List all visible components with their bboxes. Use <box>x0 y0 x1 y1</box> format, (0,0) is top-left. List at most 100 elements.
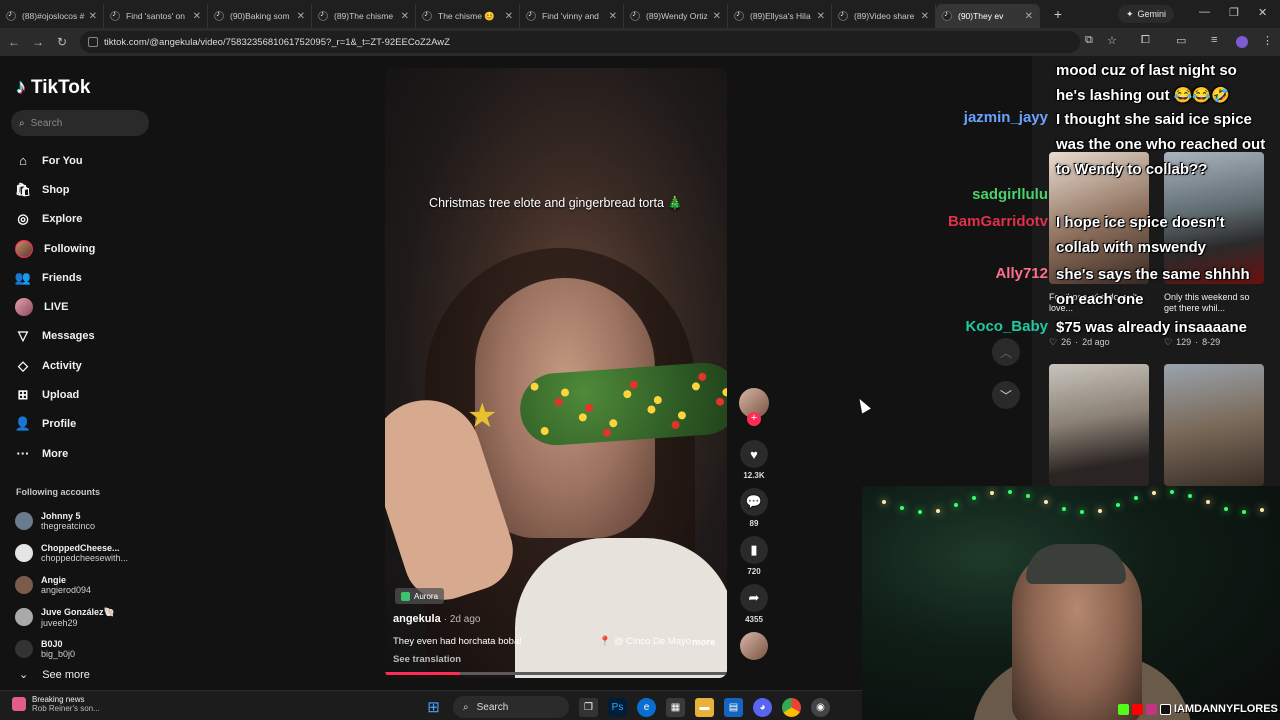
tab-close-icon[interactable]: ✕ <box>817 11 825 22</box>
discord-icon[interactable]: ◕ <box>753 697 772 717</box>
home-icon: ⌂ <box>19 153 27 169</box>
install-app-icon[interactable]: ⧉ <box>1085 34 1093 47</box>
recommended-thumb-3[interactable] <box>1049 364 1149 486</box>
elote-sprinkle <box>623 389 632 399</box>
close-window-icon[interactable]: ✕ <box>1258 6 1267 19</box>
browser-tab[interactable]: The chisme 😊 ✕ <box>416 4 520 28</box>
tab-title: The chisme 😊 <box>438 10 495 21</box>
see-more-button[interactable]: ⌄ See more <box>19 668 90 682</box>
maximize-icon[interactable]: ❐ <box>1229 6 1239 19</box>
tiktok-logo[interactable]: ♪ TikTok <box>16 76 90 99</box>
sound-disc-icon[interactable] <box>740 632 768 660</box>
nav-item-live[interactable]: LIVE <box>15 292 175 321</box>
follow-plus-icon[interactable]: + <box>747 412 761 426</box>
profile-avatar-icon[interactable] <box>1236 36 1248 48</box>
creator-avatar-action[interactable]: + <box>738 388 770 426</box>
previous-video-icon[interactable]: ︿ <box>992 338 1020 366</box>
light-bulb <box>936 509 940 513</box>
tab-close-icon[interactable]: ✕ <box>609 11 617 22</box>
video-progress-bar[interactable] <box>385 672 727 675</box>
browser-tab[interactable]: (90)They ev ✕ <box>936 4 1040 28</box>
minimize-icon[interactable]: — <box>1199 6 1210 18</box>
media-icon[interactable]: ≡ <box>1211 34 1217 46</box>
browser-tab[interactable]: (89)Video share ✕ <box>832 4 936 28</box>
back-icon[interactable]: ← <box>2 35 26 49</box>
browser-tab[interactable]: (89)Ellysa's Hila ✕ <box>728 4 832 28</box>
comment-icon[interactable]: 💬 <box>740 488 768 516</box>
site-info-icon[interactable] <box>88 37 98 47</box>
sidepanel-icon[interactable]: ▭ <box>1176 34 1186 47</box>
reload-icon[interactable]: ↻ <box>50 35 74 49</box>
next-video-icon[interactable]: ﹀ <box>992 381 1020 409</box>
browser-tab[interactable]: (90)Baking som ✕ <box>208 4 312 28</box>
browser-tab[interactable]: (89)The chisme ✕ <box>312 4 416 28</box>
tab-close-icon[interactable]: ✕ <box>1025 11 1033 22</box>
tab-close-icon[interactable]: ✕ <box>505 11 513 22</box>
forward-icon[interactable]: → <box>26 35 50 49</box>
nav-item-following[interactable]: Following <box>15 234 175 263</box>
creator-avatar[interactable]: + <box>739 388 769 426</box>
tab-close-icon[interactable]: ✕ <box>297 11 305 22</box>
extensions-icon[interactable]: ⧠ <box>1141 34 1150 47</box>
file-explorer-icon[interactable]: ▬ <box>695 697 714 717</box>
bookmark-star-icon[interactable]: ☆ <box>1107 34 1117 47</box>
news-widget[interactable]: Breaking news Rob Reiner's son... <box>12 695 100 713</box>
nav-item-messages[interactable]: ▽ Messages <box>15 322 175 351</box>
recommended-thumb-4[interactable] <box>1164 364 1264 486</box>
browser-menu-icon[interactable]: ⋮ <box>1262 34 1273 47</box>
following-account[interactable]: Juve González🐚 juveeh29 <box>15 601 175 633</box>
browser-tab[interactable]: Find 'vinny and ✕ <box>520 4 624 28</box>
store-icon[interactable]: ▦ <box>666 697 685 717</box>
video-player[interactable]: ★ Christmas tree elote and gingerbread t… <box>385 68 727 678</box>
tab-close-icon[interactable]: ✕ <box>401 11 409 22</box>
outlook-icon[interactable]: ▤ <box>724 697 743 717</box>
tab-close-icon[interactable]: ✕ <box>921 11 929 22</box>
share-action[interactable]: ➦ 4355 <box>738 584 770 624</box>
nav-item-activity[interactable]: ◇ Activity <box>15 351 175 380</box>
like-action[interactable]: ♥ 12.3K <box>738 440 770 480</box>
nav-item-upload[interactable]: ⊞ Upload <box>15 380 175 409</box>
nav-item-explore[interactable]: ◎ Explore <box>15 205 175 234</box>
chat-message: I thought she said ice spice was the one… <box>1056 111 1266 178</box>
friends-icon: 👥 <box>14 269 32 285</box>
tab-close-icon[interactable]: ✕ <box>713 11 721 22</box>
nav-item-more[interactable]: ··· More <box>15 439 175 468</box>
new-tab-icon[interactable]: + <box>1046 6 1070 22</box>
effect-badge[interactable]: Aurora <box>395 588 445 604</box>
following-account[interactable]: ChoppedCheese... choppedcheesewith... <box>15 537 175 569</box>
obs-icon[interactable]: ◉ <box>811 697 830 717</box>
share-icon[interactable]: ➦ <box>740 584 768 612</box>
save-count: 720 <box>747 567 761 576</box>
search-input[interactable]: ⌕ Search <box>11 110 149 136</box>
following-account[interactable]: B0J0 big_b0j0 <box>15 633 175 665</box>
see-translation-link[interactable]: See translation <box>393 654 461 665</box>
save-action[interactable]: ▮ 720 <box>738 536 770 576</box>
following-account[interactable]: Angie angierod094 <box>15 569 175 601</box>
comment-action[interactable]: 💬 89 <box>738 488 770 528</box>
nav-item-friends[interactable]: 👥 Friends <box>15 263 175 292</box>
nav-item-shop[interactable]: 🛍 Shop <box>15 175 175 204</box>
browser-tab[interactable]: (89)Wendy Ortiz ✕ <box>624 4 728 28</box>
edge-icon[interactable]: e <box>637 697 656 717</box>
windows-start-icon[interactable]: ⊞ <box>424 698 443 717</box>
sound-disc-action[interactable] <box>738 632 770 660</box>
tab-close-icon[interactable]: ✕ <box>193 11 201 22</box>
tab-close-icon[interactable]: ✕ <box>89 11 97 22</box>
heart-icon[interactable]: ♥ <box>740 440 768 468</box>
photoshop-icon[interactable]: Ps <box>608 697 627 717</box>
location-tag[interactable]: 📍 @ Cinco De Mayo <box>599 636 691 647</box>
video-author[interactable]: angekula · 2d ago <box>393 613 480 625</box>
author-handle[interactable]: angekula <box>393 613 441 625</box>
bookmark-icon[interactable]: ▮ <box>740 536 768 564</box>
chrome-icon[interactable] <box>782 697 801 717</box>
more-link[interactable]: more <box>692 637 715 648</box>
task-view-icon[interactable]: ❐ <box>579 697 598 717</box>
taskbar-search[interactable]: ⌕ Search <box>453 696 569 718</box>
nav-item-for-you[interactable]: ⌂ For You <box>15 146 175 175</box>
url-field[interactable]: tiktok.com/@angekula/video/7583235681061… <box>80 31 1080 53</box>
following-account[interactable]: Johnny 5 thegreatcinco <box>15 505 175 537</box>
browser-tab[interactable]: Find 'santos' on ✕ <box>104 4 208 28</box>
gemini-button[interactable]: ✦ Gemini <box>1118 5 1175 23</box>
browser-tab[interactable]: (88)#ojoslocos # ✕ <box>0 4 104 28</box>
nav-item-profile[interactable]: 👤 Profile <box>15 410 175 439</box>
